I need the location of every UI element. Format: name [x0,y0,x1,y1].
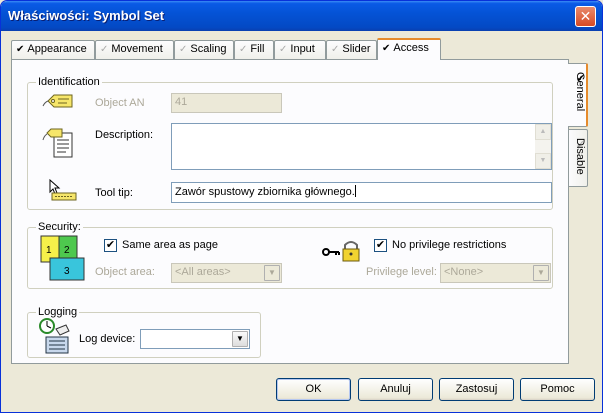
apply-button[interactable]: Zastosuj [439,378,514,401]
object-an-label: Object AN [95,97,145,109]
tab-fill[interactable]: ✓ Fill [234,40,274,59]
group-label: Security: [36,221,83,233]
check-icon: ✓ [100,44,109,55]
properties-dialog: Właściwości: Symbol Set ✕ ✔ Appearance ✓ M… [0,0,603,413]
key-lock-icon [322,241,360,262]
chevron-down-icon[interactable]: ▼ [232,331,248,347]
no-privilege-label[interactable]: No privilege restrictions [392,239,506,251]
help-button[interactable]: Pomoc [520,378,595,401]
tab-label: Fill [250,43,265,55]
tab-scaling[interactable]: ✓ Scaling [174,40,234,59]
ok-button[interactable]: OK [276,378,351,401]
side-tab-general[interactable]: ✔ General [568,63,588,127]
privilege-level-value: <None> [444,266,484,278]
same-area-label[interactable]: Same area as page [122,239,218,251]
checkmark-icon: ✔ [105,239,116,251]
check-icon: ✓ [331,44,340,55]
description-label: Description: [95,129,154,141]
checkmark-icon: ✔ [375,239,386,251]
tab-slider[interactable]: ✓ Slider [326,40,377,59]
tab-label: Input [290,43,315,55]
check-icon: ✓ [179,44,188,55]
tooltip-text: Zawór spustowy zbiornika głównego. [175,186,355,198]
same-area-checkbox[interactable]: ✔ [104,239,117,252]
cancel-button[interactable]: Anuluj [358,378,433,401]
chevron-down-icon: ▼ [533,265,549,281]
tab-movement[interactable]: ✓ Movement [95,40,174,59]
no-privilege-checkbox[interactable]: ✔ [374,239,387,252]
check-icon: ✓ [239,44,248,55]
description-scrollbar[interactable]: ▲ ▼ [535,124,551,169]
check-icon: ✔ [382,43,391,54]
object-area-value: <All areas> [175,266,231,278]
chevron-down-icon: ▼ [264,265,280,281]
area-number-2: 2 [64,245,70,256]
log-device-icon [39,318,70,354]
area-number-3: 3 [64,266,70,277]
tab-label: Movement [111,43,163,55]
check-icon: ✓ [279,44,288,55]
tab-input[interactable]: ✓ Input [274,40,326,59]
side-tab-label: General [574,72,586,112]
group-label: Identification [36,76,102,88]
area-number-1: 1 [46,245,52,256]
security-group: Security: 1 2 3 ✔ Same area as page Obje… [27,221,553,289]
privilege-level-dropdown: <None> ▼ [440,263,551,283]
privilege-level-label: Privilege level: [366,266,437,278]
text-caret [354,185,356,197]
tooltip-label: Tool tip: [95,187,133,199]
document-tag-icon [42,128,73,158]
side-tab-label: Disable [574,138,586,175]
tab-page-access: Identification Object AN 41 Description:… [11,59,569,364]
object-an-field: 41 [171,93,282,113]
tab-label: Slider [342,43,371,55]
object-area-label: Object area: [95,266,155,278]
log-device-label: Log device: [79,333,136,345]
check-icon: ✔ [16,44,25,55]
tab-access[interactable]: ✔ Access [377,38,441,60]
scroll-down-icon[interactable]: ▼ [535,153,551,169]
identification-group: Identification Object AN 41 Description:… [27,76,553,210]
side-tab-disable[interactable]: ✓ Disable [568,129,588,187]
tooltip-input[interactable]: Zawór spustowy zbiornika głównego. [171,182,552,203]
tab-appearance[interactable]: ✔ Appearance [11,40,95,59]
object-area-dropdown: <All areas> ▼ [171,263,282,283]
description-textarea[interactable]: ▲ ▼ [171,123,552,170]
tab-label: Appearance [27,43,87,55]
log-device-dropdown[interactable]: ▼ [140,329,250,349]
logging-group: Logging Log device: ▼ [27,306,261,358]
close-button[interactable]: ✕ [575,6,596,27]
areas-icon: 1 2 3 [40,235,85,281]
title-bar[interactable]: Właściwości: Symbol Set ✕ [1,1,602,31]
tab-label: Scaling [190,43,227,55]
window-title: Właściwości: Symbol Set [8,8,165,23]
tag-icon [42,94,73,108]
tab-label: Access [393,42,429,54]
tooltip-icon [49,179,77,201]
scroll-up-icon[interactable]: ▲ [535,124,551,140]
